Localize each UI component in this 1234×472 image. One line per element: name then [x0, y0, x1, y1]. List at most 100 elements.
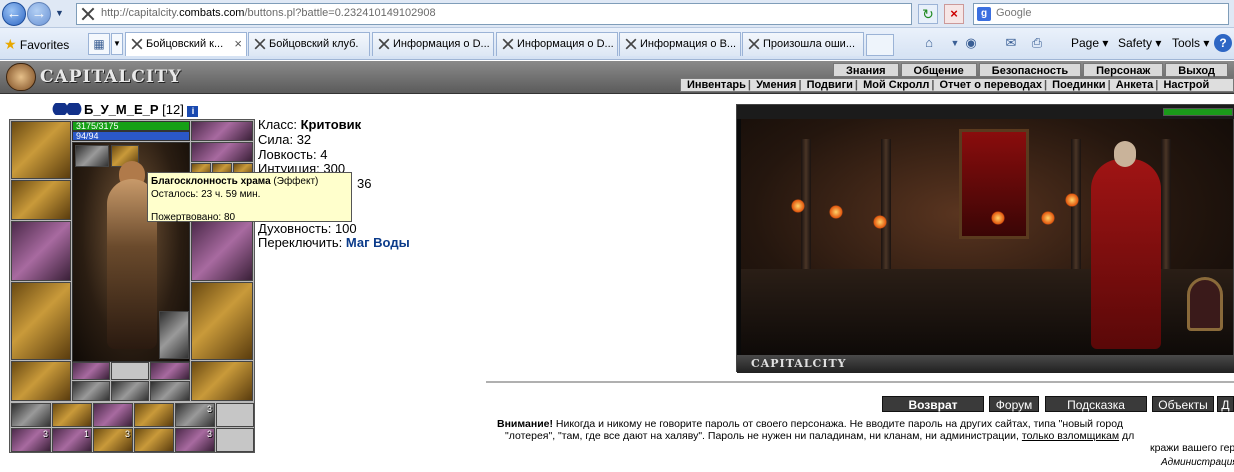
- switch-class-link[interactable]: Маг Воды: [346, 235, 410, 250]
- character-level: [12]: [162, 102, 184, 117]
- rune-slot-2[interactable]: [111, 362, 149, 380]
- back-button[interactable]: ←: [2, 2, 26, 26]
- stat-class: Класс: Критовик: [258, 117, 362, 132]
- google-icon: g: [977, 7, 991, 21]
- site-favicon-icon: [81, 7, 95, 21]
- room-image: [741, 119, 1233, 355]
- bracer-slot[interactable]: [11, 180, 71, 220]
- scene-progress-bar: [1163, 108, 1233, 116]
- history-dropdown[interactable]: ▼: [55, 8, 64, 18]
- more-button[interactable]: Д: [1217, 396, 1234, 412]
- belt-slot[interactable]: [11, 361, 71, 401]
- belt-item-empty-1[interactable]: [216, 403, 254, 427]
- nav-security[interactable]: Безопасность: [978, 63, 1082, 77]
- weapon-slot-left[interactable]: [11, 221, 71, 281]
- weapon-slot-right[interactable]: [191, 221, 253, 281]
- sub-nav: Инвентарь | Умения | Подвиги | Мой Скролл | …: [680, 78, 1234, 92]
- favorites-button[interactable]: ★ Favorites: [4, 36, 69, 53]
- mage-npc[interactable]: [1091, 159, 1161, 349]
- stop-button[interactable]: ×: [944, 4, 964, 24]
- forward-button[interactable]: →: [27, 2, 51, 26]
- top-nav: Знания Общение Безопасность Персонаж Вых…: [833, 63, 1228, 77]
- close-tab-icon[interactable]: ×: [234, 36, 242, 51]
- tab-1[interactable]: Бойцовский к... ×: [125, 32, 247, 56]
- forum-button[interactable]: Форум: [989, 396, 1039, 412]
- nav-character[interactable]: Персонаж: [1083, 63, 1164, 77]
- tab-favicon-icon: [502, 38, 514, 50]
- amulet-slot[interactable]: [191, 142, 253, 162]
- admin-signature: Администрация: [1161, 457, 1234, 468]
- nav-exit[interactable]: Выход: [1165, 63, 1228, 77]
- feeds-icon[interactable]: ◉: [962, 35, 980, 51]
- nav-communication[interactable]: Общение: [900, 63, 977, 77]
- potion-slot-3[interactable]: 3: [93, 428, 133, 452]
- subnav-fights[interactable]: Поединки: [1050, 79, 1107, 91]
- potion-slot-2[interactable]: 1: [52, 428, 92, 452]
- rune-slot-4[interactable]: [72, 381, 110, 401]
- rune-slot-6[interactable]: [150, 381, 190, 401]
- belt-item-4[interactable]: [134, 403, 174, 427]
- address-url[interactable]: http://capitalcity.combats.com/buttons.p…: [101, 7, 436, 19]
- stat-switch: Переключить: Маг Воды: [258, 235, 410, 251]
- subnav-inventory[interactable]: Инвентарь: [685, 79, 748, 91]
- search-field[interactable]: g Google: [973, 3, 1229, 25]
- city-logo-text: CAPITALCITY: [40, 67, 182, 87]
- subnav-skills[interactable]: Умения: [754, 79, 798, 91]
- location-scene: CAPITALCITY: [736, 104, 1234, 373]
- effect-helm-icon[interactable]: [75, 145, 109, 167]
- tab-favicon-icon: [378, 38, 390, 50]
- armor-slot[interactable]: [11, 282, 71, 360]
- refresh-button[interactable]: ↻: [918, 4, 938, 24]
- quick-tabs-button[interactable]: ▦: [88, 33, 110, 55]
- tab-favicon-icon: [131, 38, 143, 50]
- belt-item-2[interactable]: [52, 403, 92, 427]
- game-header: CAPITALCITY Знания Общение Безопасность …: [0, 61, 1234, 94]
- warning-line-1: Внимание! Никогда и никому не говорите п…: [497, 418, 1123, 430]
- address-field[interactable]: http://capitalcity.combats.com/buttons.p…: [76, 3, 984, 25]
- belt-item-5[interactable]: 3: [175, 403, 215, 427]
- potion-slot-1[interactable]: 3: [11, 428, 51, 452]
- rune-slot-5[interactable]: [111, 381, 149, 401]
- tab-5[interactable]: Информация о В...: [619, 32, 741, 56]
- hint-button[interactable]: Подсказка: [1045, 396, 1147, 412]
- subnav-profile[interactable]: Анкета: [1114, 79, 1156, 91]
- help-icon[interactable]: ?: [1214, 34, 1232, 52]
- tab-6[interactable]: Произошла оши...: [742, 32, 864, 56]
- subnav-achievements[interactable]: Подвиги: [805, 79, 855, 91]
- subnav-transfer-report[interactable]: Отчет о переводах: [938, 79, 1045, 91]
- pet-slot[interactable]: [159, 311, 189, 359]
- mail-icon[interactable]: ✉: [1002, 35, 1020, 51]
- shield-slot[interactable]: [191, 282, 253, 360]
- tools-menu[interactable]: Tools ▾: [1172, 36, 1209, 50]
- belt-item-1[interactable]: [11, 403, 51, 427]
- tab-2[interactable]: Бойцовский клуб.: [248, 32, 370, 56]
- mirror-object[interactable]: [1187, 277, 1223, 331]
- print-icon[interactable]: ⎙: [1028, 35, 1046, 51]
- stat-agility: Ловкость: 4: [258, 146, 328, 162]
- belt-item-3[interactable]: [93, 403, 133, 427]
- objects-button[interactable]: Объекты: [1152, 396, 1214, 412]
- boots-slot[interactable]: [191, 361, 253, 401]
- tab-3[interactable]: Информация о D...: [372, 32, 494, 56]
- helmet-slot[interactable]: [11, 121, 71, 179]
- effect-tooltip: Благосклонность храма (Эффект) Осталось:…: [147, 172, 352, 223]
- home-icon[interactable]: ⌂: [920, 35, 938, 51]
- belt-item-empty-2[interactable]: [216, 428, 254, 452]
- crackers-link[interactable]: только взломщикам: [1022, 430, 1119, 442]
- tab-list-dropdown[interactable]: ▼: [111, 33, 123, 55]
- subnav-my-scroll[interactable]: Мой Скролл: [861, 79, 931, 91]
- rune-slot-1[interactable]: [72, 362, 110, 380]
- subnav-settings[interactable]: Настрой: [1161, 79, 1211, 91]
- nav-knowledge[interactable]: Знания: [833, 63, 899, 77]
- new-tab-button[interactable]: [866, 34, 894, 56]
- safety-menu[interactable]: Safety ▾: [1118, 36, 1161, 50]
- rune-slot-3[interactable]: [150, 362, 190, 380]
- tab-4[interactable]: Информация о D...: [496, 32, 618, 56]
- return-button[interactable]: Возврат: [882, 396, 984, 412]
- scroll-slot-1[interactable]: [134, 428, 174, 452]
- potion-slot-4[interactable]: 3: [175, 428, 215, 452]
- star-icon: ★: [4, 36, 17, 52]
- earrings-slot[interactable]: [191, 121, 253, 141]
- page-menu[interactable]: Page ▾: [1071, 36, 1108, 50]
- info-icon[interactable]: i: [187, 106, 199, 117]
